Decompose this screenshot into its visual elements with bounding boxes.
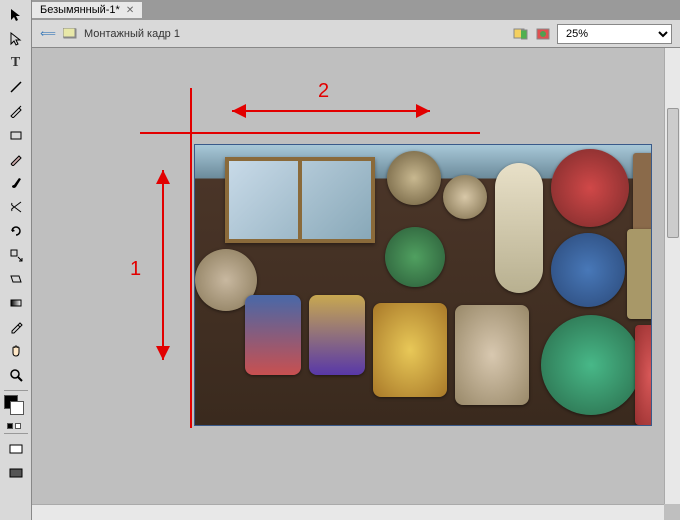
photo-plate: [551, 233, 625, 307]
eyedropper-tool[interactable]: [4, 316, 28, 338]
back-icon[interactable]: ⟸: [40, 26, 56, 42]
dimension-arrow-vertical: [162, 170, 164, 360]
photo-plate: [373, 303, 447, 397]
arrowhead-right-icon: [416, 104, 430, 118]
photo-plate: [385, 227, 445, 287]
frame-title: Монтажный кадр 1: [84, 28, 180, 40]
document-tab-title: Безымянный-1*: [40, 4, 120, 16]
scissors-tool[interactable]: [4, 196, 28, 218]
type-tool[interactable]: T: [4, 52, 28, 74]
tools-divider: [4, 390, 28, 391]
vertical-scrollbar[interactable]: [664, 48, 680, 504]
arrowhead-left-icon: [232, 104, 246, 118]
close-icon[interactable]: ✕: [126, 5, 134, 16]
frame-icon: [62, 26, 78, 42]
dimension-label-horizontal: 2: [318, 80, 329, 103]
photo-plate: [309, 295, 365, 375]
background-color[interactable]: [10, 401, 24, 415]
photo-plate: [633, 153, 652, 233]
preview-icon[interactable]: [535, 26, 551, 42]
dimension-label-vertical: 1: [130, 258, 141, 281]
photo-plate: [387, 151, 441, 205]
dimension-arrow-horizontal: [232, 110, 430, 112]
document-tab[interactable]: Безымянный-1* ✕: [32, 2, 143, 18]
brush-tool[interactable]: [4, 172, 28, 194]
line-tool[interactable]: [4, 76, 28, 98]
tools-divider-2: [4, 433, 28, 434]
pen-tool[interactable]: [4, 100, 28, 122]
zoom-select[interactable]: 25%: [557, 24, 672, 44]
scale-tool[interactable]: [4, 244, 28, 266]
photo-plate: [245, 295, 301, 375]
screen-mode-preview[interactable]: [4, 462, 28, 484]
default-colors[interactable]: [7, 423, 25, 429]
color-swatches[interactable]: [4, 395, 28, 419]
tools-panel: T: [0, 0, 32, 520]
direct-select-tool[interactable]: [4, 28, 28, 50]
arrowhead-up-icon: [156, 170, 170, 184]
placed-image[interactable]: [194, 144, 652, 426]
zoom-tool[interactable]: [4, 364, 28, 386]
photo-plate: [495, 163, 543, 293]
selection-tool[interactable]: [4, 4, 28, 26]
horizontal-scrollbar[interactable]: [32, 504, 664, 520]
arrowhead-down-icon: [156, 346, 170, 360]
rectangle-tool[interactable]: [4, 124, 28, 146]
photo-plate: [455, 305, 529, 405]
hand-tool[interactable]: [4, 340, 28, 362]
photo-plate: [541, 315, 641, 415]
pencil-tool[interactable]: [4, 148, 28, 170]
gradient-tool[interactable]: [4, 292, 28, 314]
color-mode-icon[interactable]: [513, 26, 529, 42]
vertical-guide: [190, 88, 192, 428]
photo-plate: [551, 149, 629, 227]
photo-plate: [627, 229, 652, 319]
document-tab-bar: Безымянный-1* ✕: [32, 0, 680, 20]
photo-plate: [443, 175, 487, 219]
rotate-tool[interactable]: [4, 220, 28, 242]
options-toolbar: ⟸ Монтажный кадр 1 25%: [32, 20, 680, 48]
photo-plate: [635, 325, 652, 425]
shear-tool[interactable]: [4, 268, 28, 290]
photo-window: [225, 157, 375, 243]
scrollbar-thumb[interactable]: [667, 108, 679, 238]
screen-mode-normal[interactable]: [4, 438, 28, 460]
canvas-area[interactable]: 2 1: [32, 48, 680, 520]
